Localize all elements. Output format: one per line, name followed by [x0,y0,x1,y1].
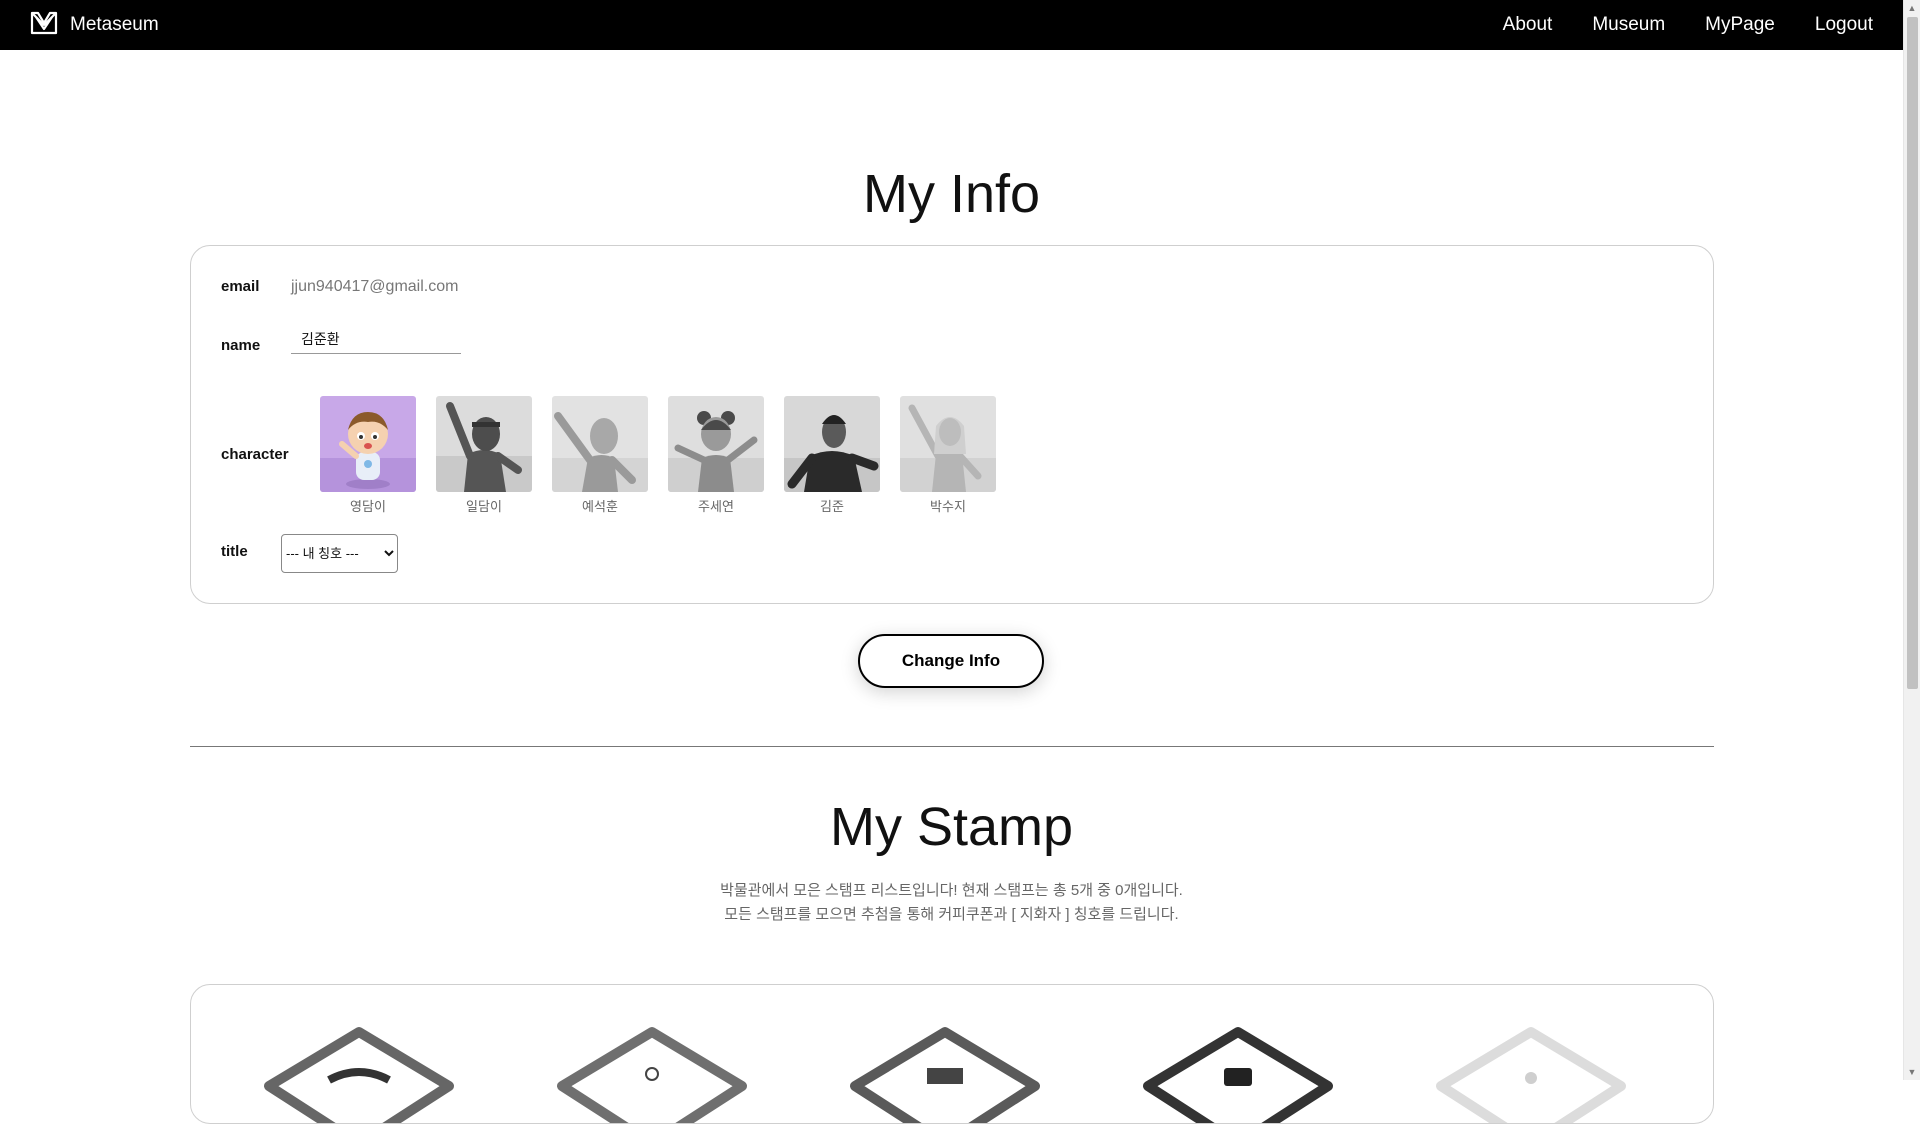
nav-links: About Museum MyPage Logout [1503,0,1873,50]
character-name: 주세연 [698,499,734,514]
stamp-list-card [190,984,1714,1124]
scroll-up-arrow-icon[interactable]: ▲ [1904,1,1920,15]
character-option-6[interactable]: 박수지 [900,396,996,515]
stamp-description-line-1: 박물관에서 모은 스탬프 리스트입니다! 현재 스탬프는 총 5개 중 0개입니… [720,882,1183,899]
name-label: name [221,337,261,354]
title-select[interactable]: --- 내 칭호 --- [281,534,398,573]
email-label: email [221,278,260,295]
my-info-title: My Info [862,164,1041,224]
character-name: 영담이 [350,499,386,514]
nav-mypage-link[interactable]: MyPage [1705,14,1775,36]
logo-icon [30,11,58,40]
nav-logout-link[interactable]: Logout [1815,14,1873,36]
brand-link[interactable]: Metaseum [30,0,159,50]
top-navbar: Metaseum About Museum MyPage Logout [0,0,1903,50]
page-scrollbar[interactable]: ▲ ▼ [1903,0,1920,1080]
character-dark-shirt-image [784,396,880,492]
character-name: 박수지 [930,499,966,514]
my-stamp-title: My Stamp [829,797,1074,857]
character-option-1[interactable]: 영담이 [320,396,416,515]
character-option-2[interactable]: 일담이 [436,396,532,515]
character-option-4[interactable]: 주세연 [668,396,764,515]
character-dark-figure-image [436,396,532,492]
character-bear-ears-image [668,396,764,492]
character-name: 예석훈 [582,499,618,514]
stamp-2-image[interactable] [542,1024,762,1124]
title-label: title [221,543,248,560]
character-cartoon-boy-image [320,396,416,492]
character-option-3[interactable]: 예석훈 [552,396,648,515]
character-name: 일담이 [466,499,502,514]
section-divider [190,746,1714,747]
email-value: jjun940417@gmail.com [291,278,459,295]
character-name: 김준 [820,499,844,514]
character-label: character [221,446,289,463]
character-grey-figure-image [552,396,648,492]
my-info-card: email jjun940417@gmail.com name characte… [190,245,1714,604]
brand-name: Metaseum [70,14,159,35]
scroll-down-arrow-icon[interactable]: ▼ [1904,1065,1920,1079]
nav-museum-link[interactable]: Museum [1592,14,1665,36]
stamp-3-image[interactable] [835,1024,1055,1124]
character-long-hair-image [900,396,996,492]
character-option-5[interactable]: 김준 [784,396,880,515]
stamp-1-image[interactable] [249,1024,469,1124]
stamp-5-image[interactable] [1421,1024,1641,1124]
character-picker: 영담이 일담이 예석훈 주세연 김준 박수지 [320,396,996,515]
change-info-button[interactable]: Change Info [858,634,1044,688]
name-input[interactable] [291,324,461,354]
nav-about-link[interactable]: About [1503,14,1553,36]
stamp-description-line-2: 모든 스탬프를 모으면 추첨을 통해 커피쿠폰과 [ 지화자 ] 칭호를 드립니… [724,906,1179,923]
stamp-4-image[interactable] [1128,1024,1348,1124]
scrollbar-thumb[interactable] [1907,17,1918,689]
